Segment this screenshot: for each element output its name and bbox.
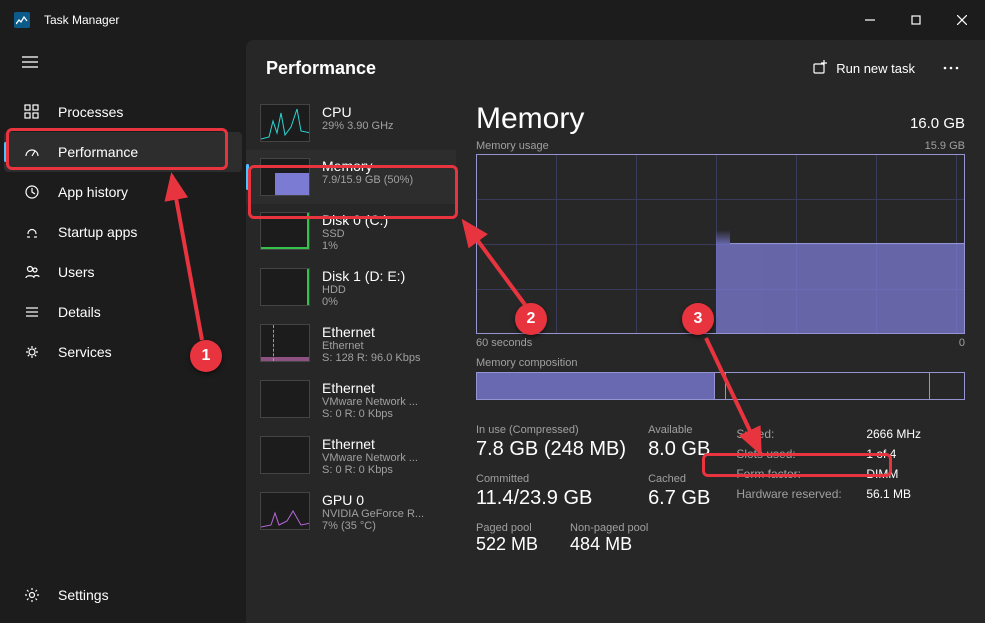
nav-list: Processes Performance App history Startu… — [0, 92, 246, 575]
eth2-thumb — [260, 436, 310, 474]
eth1-thumb — [260, 380, 310, 418]
available-value: 8.0 GB — [648, 438, 710, 461]
page-title: Performance — [266, 58, 376, 79]
disk0-thumb — [260, 212, 310, 250]
history-icon — [22, 184, 42, 200]
speed-key: Speed: — [736, 424, 866, 444]
run-new-task-button[interactable]: Run new task — [800, 54, 927, 82]
nav-label: Processes — [58, 104, 123, 120]
available-label: Available — [648, 424, 710, 436]
nav-processes[interactable]: Processes — [0, 92, 246, 132]
close-button[interactable] — [939, 0, 985, 40]
form-key: Form factor: — [736, 464, 866, 484]
minimize-button[interactable] — [847, 0, 893, 40]
gpu-thumb — [260, 492, 310, 530]
nav-label: Details — [58, 304, 101, 320]
usage-max: 15.9 GB — [925, 140, 965, 152]
nav-settings[interactable]: Settings — [0, 575, 246, 615]
title-bar: Task Manager — [0, 0, 985, 40]
app-icon — [14, 12, 30, 28]
nav-performance[interactable]: Performance — [4, 132, 242, 172]
xaxis-left: 60 seconds — [476, 337, 532, 349]
perf-item-memory[interactable]: Memory7.9/15.9 GB (50%) — [246, 150, 456, 204]
committed-label: Committed — [476, 473, 626, 485]
nav-label: Performance — [58, 144, 138, 160]
detail-title: Memory — [476, 102, 584, 136]
nav-label: Startup apps — [58, 224, 137, 240]
cached-label: Cached — [648, 473, 710, 485]
inuse-value: 7.8 GB (248 MB) — [476, 438, 626, 461]
list-icon — [22, 304, 42, 320]
slots-key: Slots used: — [736, 444, 866, 464]
memory-thumb — [260, 158, 310, 196]
xaxis-right: 0 — [959, 337, 965, 349]
grid-icon — [22, 104, 42, 120]
cpu-thumb — [260, 104, 310, 142]
ellipsis-icon — [943, 66, 959, 70]
nav-label: Settings — [58, 587, 109, 603]
perf-item-ethernet-2[interactable]: EthernetVMware Network ...S: 0 R: 0 Kbps — [246, 428, 456, 484]
nav-app-history[interactable]: App history — [0, 172, 246, 212]
more-button[interactable] — [931, 52, 971, 84]
hw-key: Hardware reserved: — [736, 484, 866, 504]
committed-value: 11.4/23.9 GB — [476, 487, 626, 510]
hw-value: 56.1 MB — [866, 484, 911, 504]
perf-item-ethernet-1[interactable]: EthernetVMware Network ...S: 0 R: 0 Kbps — [246, 372, 456, 428]
paged-label: Paged pool — [476, 522, 538, 534]
slots-value: 1 of 4 — [866, 444, 896, 464]
users-icon — [22, 264, 42, 280]
perf-item-disk1[interactable]: Disk 1 (D: E:)HDD0% — [246, 260, 456, 316]
nonpaged-label: Non-paged pool — [570, 522, 648, 534]
window-title: Task Manager — [44, 13, 119, 27]
hamburger-button[interactable] — [0, 46, 246, 78]
nav-details[interactable]: Details — [0, 292, 246, 332]
nav-label: App history — [58, 184, 128, 200]
memory-usage-chart — [476, 154, 965, 334]
run-task-icon — [812, 60, 828, 76]
speed-value: 2666 MHz — [866, 424, 921, 444]
nav-services[interactable]: Services — [0, 332, 246, 372]
gear-icon — [22, 587, 42, 603]
cached-value: 6.7 GB — [648, 487, 710, 510]
services-icon — [22, 344, 42, 360]
perf-item-cpu[interactable]: CPU29% 3.90 GHz — [246, 96, 456, 150]
memory-composition-chart — [476, 372, 965, 400]
nav-users[interactable]: Users — [0, 252, 246, 292]
sidebar: Processes Performance App history Startu… — [0, 40, 246, 623]
nav-label: Services — [58, 344, 112, 360]
eth0-thumb — [260, 324, 310, 362]
detail-pane: Memory 16.0 GB Memory usage 15.9 GB 60 s… — [456, 96, 985, 623]
page-header: Performance Run new task — [246, 40, 985, 96]
inuse-label: In use (Compressed) — [476, 424, 626, 436]
maximize-button[interactable] — [893, 0, 939, 40]
nav-label: Users — [58, 264, 95, 280]
perf-item-disk0[interactable]: Disk 0 (C:)SSD1% — [246, 204, 456, 260]
disk1-thumb — [260, 268, 310, 306]
memory-capacity: 16.0 GB — [910, 115, 965, 132]
speed-icon — [22, 144, 42, 160]
perf-item-ethernet-0[interactable]: EthernetEthernetS: 128 R: 96.0 Kbps — [246, 316, 456, 372]
paged-value: 522 MB — [476, 534, 538, 555]
run-task-label: Run new task — [836, 61, 915, 76]
nav-startup-apps[interactable]: Startup apps — [0, 212, 246, 252]
nonpaged-value: 484 MB — [570, 534, 648, 555]
perf-item-gpu0[interactable]: GPU 0NVIDIA GeForce R...7% (35 °C) — [246, 484, 456, 540]
form-value: DIMM — [866, 464, 898, 484]
startup-icon — [22, 224, 42, 240]
perf-sidebar[interactable]: CPU29% 3.90 GHz Memory7.9/15.9 GB (50%) … — [246, 96, 456, 623]
usage-label: Memory usage — [476, 140, 549, 152]
main-panel: Performance Run new task CPU29% 3.90 GHz… — [246, 40, 985, 623]
composition-label: Memory composition — [476, 357, 965, 369]
